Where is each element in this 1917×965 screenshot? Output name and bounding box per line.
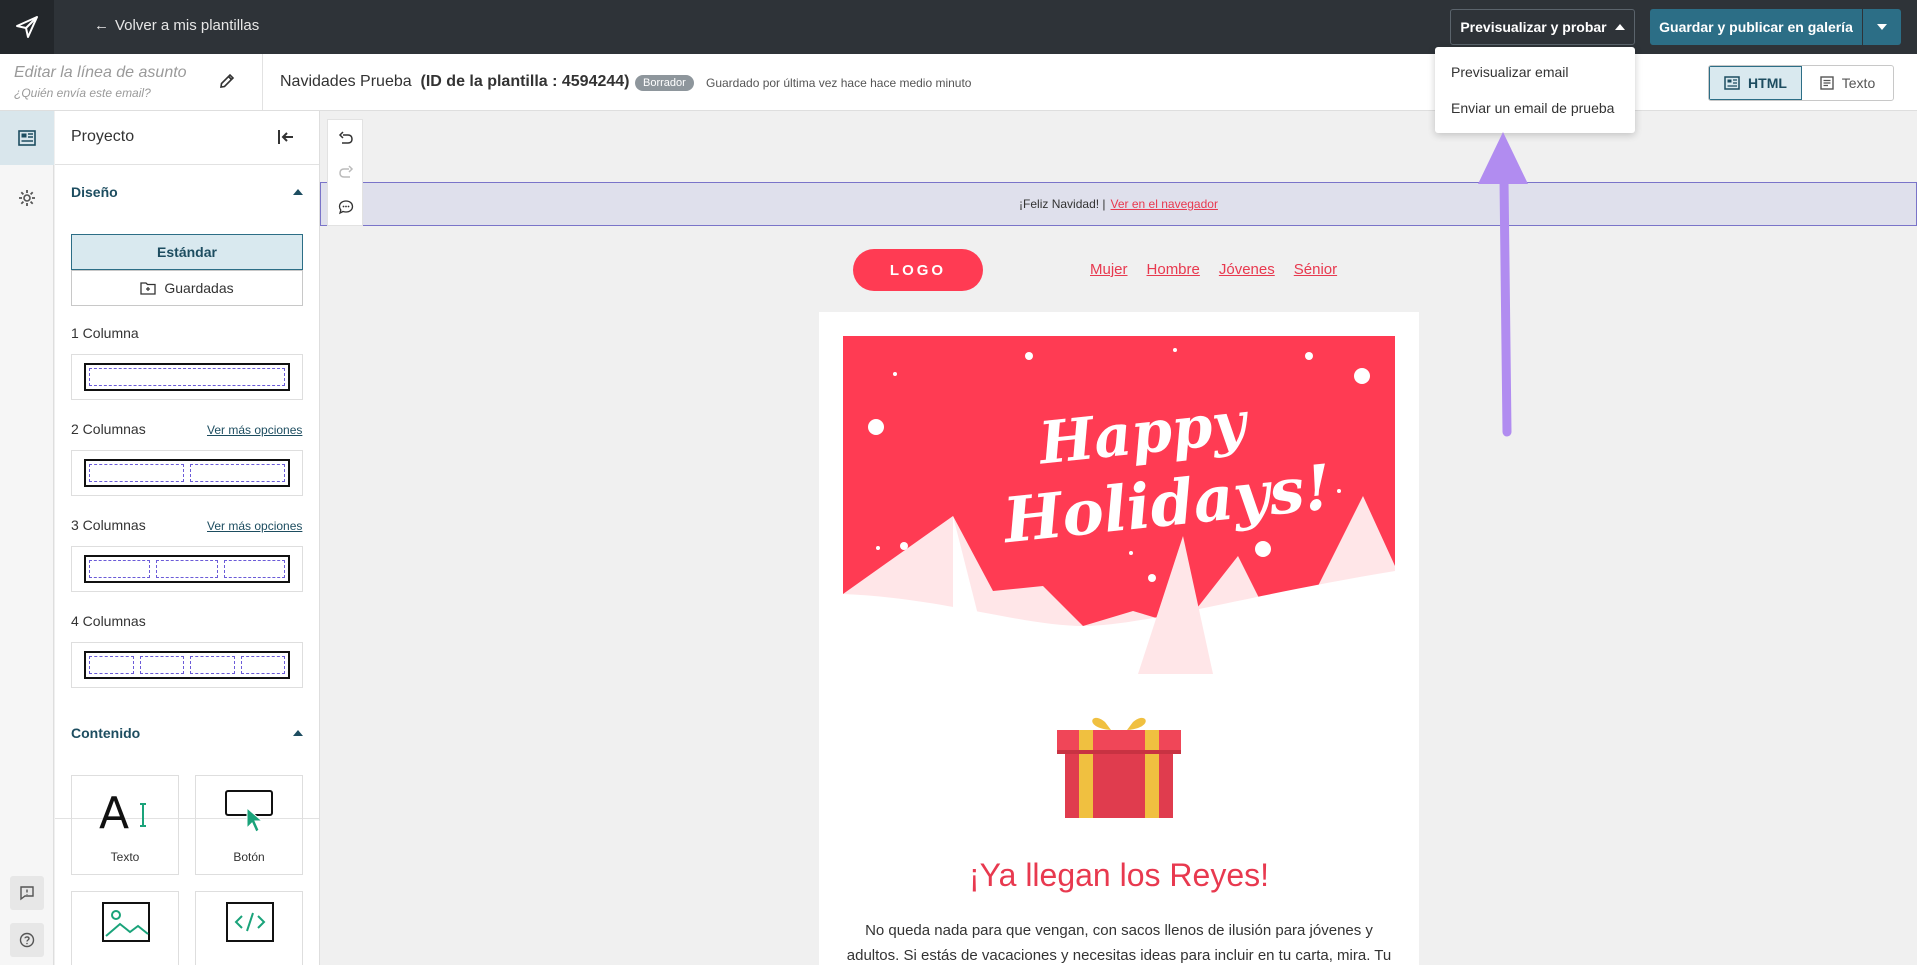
view-in-browser-link[interactable]: Ver en el navegador (1111, 197, 1218, 211)
comment-icon[interactable] (335, 196, 357, 218)
svg-text:A: A (99, 788, 129, 834)
layout-3-columns[interactable] (71, 546, 303, 592)
html-code-block[interactable] (195, 891, 303, 965)
help-button[interactable] (10, 923, 44, 957)
preheader-text: ¡Feliz Navidad! | (1019, 197, 1106, 211)
divider (262, 54, 263, 110)
menu-item-send-test-email[interactable]: Enviar un email de prueba (1451, 100, 1614, 116)
image-block-icon (102, 902, 150, 942)
left-icon-rail (0, 111, 54, 965)
nav-link-women[interactable]: Mujer (1090, 261, 1128, 278)
text-view-label: Texto (1841, 75, 1876, 91)
pencil-icon[interactable] (218, 72, 236, 95)
email-body: Happy Holidays! ¡Ya llegan los Reyes! No… (819, 312, 1419, 965)
nav-link-youth[interactable]: Jóvenes (1219, 261, 1275, 278)
layout-preview (84, 459, 290, 487)
saved-tab-label: Guardadas (164, 280, 234, 296)
panel-header: Proyecto (55, 111, 319, 165)
nav-link-senior[interactable]: Sénior (1294, 261, 1337, 278)
subject-editor[interactable]: Editar la línea de asunto ¿Quién envía e… (14, 64, 187, 100)
folder-icon (140, 282, 157, 295)
back-to-templates-link[interactable]: ← Volver a mis plantillas (94, 17, 259, 34)
sender-placeholder[interactable]: ¿Quién envía este email? (14, 86, 187, 100)
help-icon (19, 932, 35, 948)
button-block[interactable]: Botón (195, 775, 303, 875)
gear-icon (19, 190, 35, 206)
email-logo[interactable]: LOGO (853, 249, 983, 291)
feedback-icon (20, 886, 34, 901)
design-section-title[interactable]: Diseño (71, 184, 118, 200)
content-section-title[interactable]: Contenido (71, 725, 140, 741)
more-options-link[interactable]: Ver más opciones (207, 423, 302, 437)
publish-button-label: Guardar y publicar en galería (1659, 19, 1853, 35)
text-block-icon: A (99, 788, 146, 834)
layout-label: 1 Columna (71, 325, 139, 341)
layout-1-column[interactable] (71, 354, 303, 400)
rail-project-button[interactable] (0, 111, 54, 165)
preview-and-test-button[interactable]: Previsualizar y probar (1450, 9, 1635, 45)
back-label: Volver a mis plantillas (115, 17, 260, 34)
canvas-toolbar (327, 119, 363, 226)
layout-label: 2 Columnas (71, 421, 146, 437)
template-id: (ID de la plantilla : 4594244) (420, 73, 630, 90)
subject-line-placeholder[interactable]: Editar la línea de asunto (14, 64, 187, 82)
text-block[interactable]: A Texto (71, 775, 179, 875)
caret-down-icon (1877, 24, 1887, 30)
saved-status: Guardado por última vez hace hace medio … (706, 76, 972, 90)
email-nav: Mujer Hombre Jóvenes Sénior (1090, 261, 1337, 278)
image-block[interactable] (71, 891, 179, 965)
text-view-button[interactable]: Texto (1802, 66, 1893, 100)
layout-label: 4 Columnas (71, 613, 146, 629)
text-document-icon (1820, 76, 1834, 90)
template-title: Navidades Prueba (ID de la plantilla : 4… (280, 73, 630, 91)
arrow-left-icon: ← (94, 17, 109, 34)
layout-preview (84, 651, 290, 679)
layout-label: 3 Columnas (71, 517, 146, 533)
email-headline[interactable]: ¡Ya llegan los Reyes! (819, 857, 1419, 894)
view-mode-toggle: HTML Texto (1708, 65, 1894, 101)
html-layout-icon (1724, 76, 1740, 90)
preview-dropdown-menu: Previsualizar email Enviar un email de p… (1435, 47, 1635, 133)
publish-options-button[interactable] (1863, 9, 1901, 45)
preheader-row[interactable]: ¡Feliz Navidad! | Ver en el navegador (320, 182, 1917, 226)
html-view-button[interactable]: HTML (1709, 66, 1802, 100)
feedback-button[interactable] (10, 876, 44, 910)
rail-settings-button[interactable] (0, 171, 54, 225)
caret-up-icon[interactable] (293, 730, 303, 736)
email-paragraph[interactable]: No queda nada para que vengan, con sacos… (843, 918, 1395, 965)
undo-icon[interactable] (335, 128, 357, 150)
layout-preview (84, 363, 290, 391)
layout-2-columns[interactable] (71, 450, 303, 496)
standard-tab[interactable]: Estándar (71, 234, 303, 270)
text-block-label: Texto (110, 850, 140, 864)
layout-icon (18, 130, 36, 146)
collapse-panel-icon[interactable] (276, 127, 296, 152)
caret-up-icon[interactable] (293, 189, 303, 195)
more-options-link[interactable]: Ver más opciones (207, 519, 302, 533)
standard-tab-label: Estándar (157, 244, 217, 260)
send-logo-icon[interactable] (0, 0, 54, 54)
saved-tab[interactable]: Guardadas (71, 270, 303, 306)
project-panel: Proyecto Diseño Estándar Guardadas 1 Col… (55, 111, 320, 965)
menu-item-preview-email[interactable]: Previsualizar email (1451, 64, 1568, 80)
save-and-publish-button[interactable]: Guardar y publicar en galería (1650, 9, 1862, 45)
redo-icon[interactable] (335, 162, 357, 184)
layout-4-columns[interactable] (71, 642, 303, 688)
button-block-icon (225, 790, 273, 833)
nav-link-men[interactable]: Hombre (1147, 261, 1200, 278)
template-name: Navidades Prueba (280, 73, 412, 90)
code-icon (226, 902, 274, 942)
html-view-label: HTML (1748, 75, 1787, 91)
caret-up-icon (1614, 24, 1625, 30)
panel-title: Proyecto (71, 128, 135, 145)
layout-preview (84, 555, 290, 583)
hero-image[interactable]: Happy Holidays! (843, 336, 1395, 674)
email-canvas: ¡Feliz Navidad! | Ver en el navegador LO… (320, 111, 1917, 965)
button-block-label: Botón (233, 850, 265, 864)
top-bar: ← Volver a mis plantillas Previsualizar … (0, 0, 1917, 54)
preview-button-label: Previsualizar y probar (1460, 19, 1607, 35)
gift-icon[interactable] (1053, 712, 1185, 827)
status-badge: Borrador (635, 75, 694, 91)
